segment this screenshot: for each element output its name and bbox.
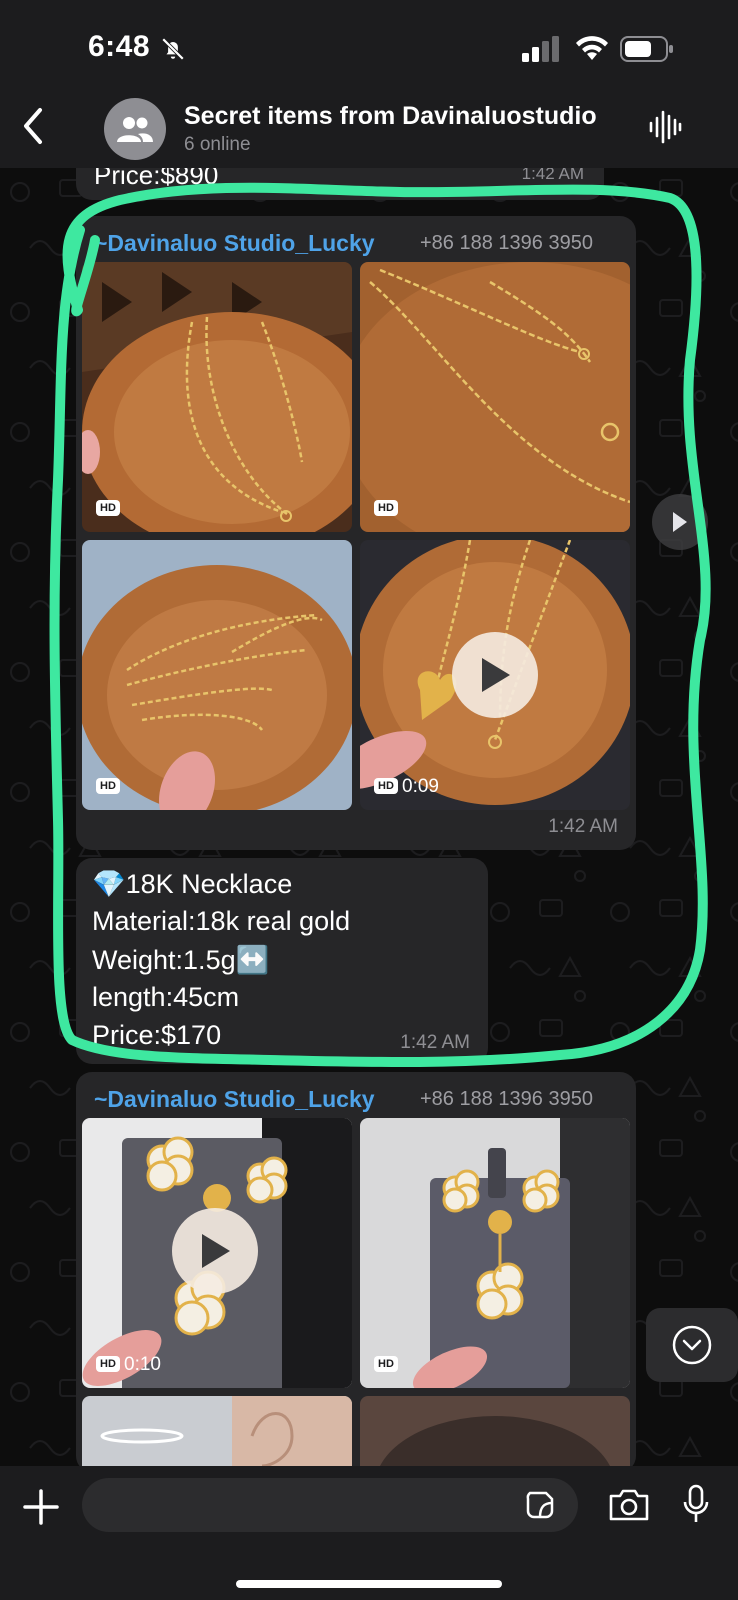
video-duration: 0:10 (124, 1354, 161, 1375)
earrings-photo-image (360, 1118, 630, 1388)
hd-badge: HD (96, 1356, 120, 1372)
sender-phone: +86 188 1396 3950 (420, 232, 593, 254)
album-photo[interactable] (360, 1396, 630, 1466)
waveform-icon[interactable] (648, 110, 682, 144)
chat-header: Secret items from Davinaluostudio 6 onli… (0, 90, 738, 168)
hd-badge: HD (374, 1356, 398, 1372)
product-length: length:45cm (92, 982, 240, 1012)
back-chevron-icon[interactable] (18, 104, 48, 148)
ear-photo-image (82, 1396, 352, 1466)
media-album-message[interactable]: ~Davinaluo Studio_Lucky +86 188 1396 395… (76, 1072, 636, 1466)
microphone-icon[interactable] (682, 1484, 710, 1526)
scroll-to-bottom-button[interactable] (646, 1308, 738, 1382)
chat-messages[interactable]: Price:$890 1:42 AM ~Davinaluo Studio_Luc… (0, 168, 738, 1466)
forward-arrow-icon (673, 512, 687, 532)
plus-icon[interactable] (22, 1488, 60, 1526)
status-bar: 6:48 (0, 0, 738, 90)
camera-icon[interactable] (608, 1488, 650, 1522)
album-photo[interactable]: HD (360, 262, 630, 532)
play-icon (482, 658, 510, 692)
necklace-photo-image (360, 262, 630, 532)
message-timestamp: 1:42 AM (548, 816, 618, 837)
group-avatar[interactable] (104, 98, 166, 160)
status-time: 6:48 (88, 30, 151, 63)
product-weight: Weight:1.5g (92, 945, 236, 975)
bell-slash-icon (161, 37, 185, 61)
product-material: Material:18k real gold (92, 906, 351, 936)
necklace-photo-image (82, 262, 352, 532)
gem-emoji: 💎 (92, 869, 126, 899)
media-album-message[interactable]: ~Davinaluo Studio_Lucky +86 188 1396 395… (76, 216, 636, 850)
necklace-photo-image (82, 540, 352, 810)
hd-badge: HD (96, 500, 120, 516)
play-icon (202, 1234, 230, 1268)
album-photo[interactable]: HD (360, 1118, 630, 1388)
group-avatar-icon (117, 117, 153, 142)
message-text: Price:$890 (94, 168, 219, 190)
product-caption-message[interactable]: 💎18K Necklace Material:18k real gold Wei… (76, 858, 488, 1064)
message-timestamp: 1:42 AM (521, 168, 584, 183)
message-bubble-previous[interactable]: Price:$890 1:42 AM (76, 168, 604, 200)
cellular-signal-icon (522, 36, 559, 62)
play-button[interactable] (172, 1208, 258, 1294)
album-video[interactable]: HD 0:09 (360, 540, 630, 810)
album-photo[interactable]: HD (82, 540, 352, 810)
hd-badge: HD (374, 778, 398, 794)
left-right-arrow-emoji: ↔️ (235, 945, 270, 975)
message-timestamp: 1:42 AM (400, 1032, 470, 1053)
video-duration: 0:09 (402, 776, 439, 797)
home-indicator[interactable] (236, 1580, 502, 1588)
album-photo[interactable] (82, 1396, 352, 1466)
wifi-icon (576, 36, 608, 60)
product-title: 18K Necklace (125, 869, 293, 899)
message-input-field[interactable] (82, 1478, 578, 1532)
message-input-bar (0, 1466, 738, 1600)
chat-title[interactable]: Secret items from Davinaluostudio (184, 102, 624, 131)
sticker-icon[interactable] (524, 1489, 556, 1521)
neck-photo-image (360, 1396, 630, 1466)
play-button[interactable] (452, 632, 538, 718)
album-video[interactable]: HD 0:10 (82, 1118, 352, 1388)
product-price: Price:$170 (92, 1020, 222, 1050)
forward-button[interactable] (652, 494, 708, 550)
hd-badge: HD (374, 500, 398, 516)
sender-name[interactable]: ~Davinaluo Studio_Lucky (94, 1086, 375, 1112)
chevron-down-circle-icon (672, 1325, 712, 1365)
battery-icon (620, 36, 673, 62)
sender-name[interactable]: ~Davinaluo Studio_Lucky (94, 230, 375, 256)
sender-phone: +86 188 1396 3950 (420, 1088, 593, 1110)
hd-badge: HD (96, 778, 120, 794)
chat-subtitle: 6 online (184, 134, 251, 155)
album-photo[interactable]: HD (82, 262, 352, 532)
